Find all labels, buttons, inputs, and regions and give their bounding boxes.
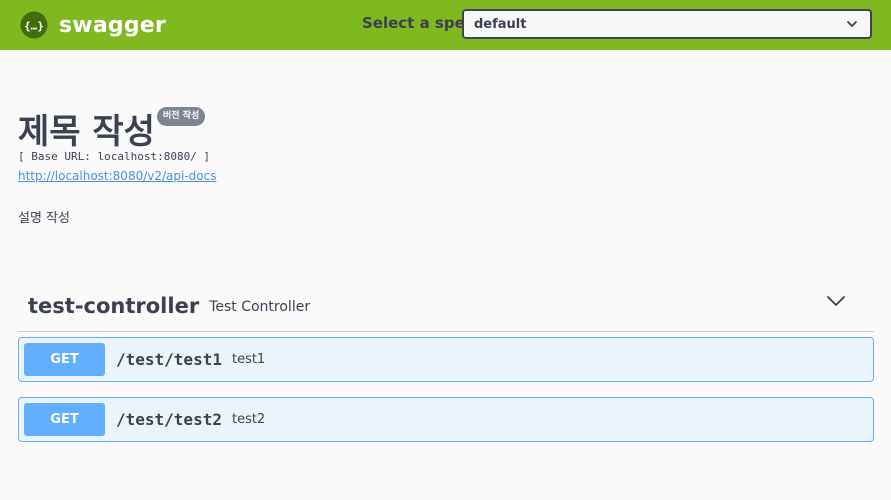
operation-summary: test2 [231,412,266,427]
logo-text: swagger [59,12,166,38]
swagger-logo-icon: {…} [20,11,48,39]
operation-path: /test/test2 [116,410,222,429]
method-badge: GET [24,343,105,376]
operation-path: /test/test1 [116,350,222,369]
operation-get-test-test1[interactable]: GET /test/test1 test1 [18,337,874,382]
spec-select[interactable]: default [462,9,872,39]
api-docs-link[interactable]: http://localhost:8080/v2/api-docs [18,169,216,183]
api-title: 제목 작성 [18,112,155,152]
spec-select-value: default [474,16,527,32]
tag-description: Test Controller [209,298,311,315]
method-badge: GET [24,403,105,436]
operation-get-test-test2[interactable]: GET /test/test2 test2 [18,397,874,442]
chevron-down-icon [847,21,857,27]
operation-summary: test1 [231,352,266,367]
version-badge: 버전 작성 [157,107,206,126]
swagger-logo[interactable]: {…} swagger [20,11,166,39]
svg-text:{…}: {…} [24,20,44,33]
base-url: [ Base URL: localhost:8080/ ] [18,150,211,163]
tag-header-test-controller[interactable]: test-controller Test Controller [18,280,874,332]
api-description: 설명 작성 [18,211,70,226]
topbar: {…} swagger Select a spec default [0,0,891,50]
select-spec-label: Select a spec [362,14,474,32]
tag-name: test-controller [28,293,200,318]
chevron-down-icon[interactable] [826,294,846,308]
